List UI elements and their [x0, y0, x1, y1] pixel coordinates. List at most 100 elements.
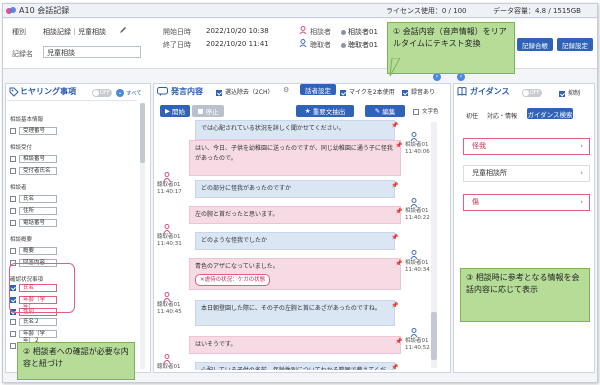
message-text: はいそうです。	[195, 341, 237, 348]
speaker-setting-button[interactable]: 話者設定	[300, 84, 336, 95]
hearing-category: 相談基本情報	[10, 117, 44, 123]
message-bubble[interactable]: どのような怪我でしたか	[195, 232, 395, 250]
pin-icon[interactable]: 📌	[391, 234, 398, 241]
show-all-link[interactable]: すべて	[126, 89, 142, 97]
message-text: 左の腕と首だったと思います。	[195, 211, 279, 218]
tab-response-info[interactable]: 対応・情報	[487, 111, 517, 120]
message-bubble[interactable]: はいそうです。	[189, 336, 401, 354]
hearing-item[interactable]: 受理番号	[10, 127, 57, 135]
hearing-item[interactable]: 概要	[10, 247, 57, 255]
conv-expand-icon[interactable]: ›	[433, 73, 441, 81]
stop-button[interactable]: ■ 停止	[192, 105, 224, 117]
guidance-item[interactable]: 傷 ›	[463, 194, 590, 211]
hearing-title: ヒヤリング事項	[20, 87, 76, 96]
speaker-avatar-icon	[163, 292, 171, 301]
guidance-item[interactable]: 児童相談所 ›	[463, 165, 590, 182]
message-bubble[interactable]: どの部分に怪我があったのですか	[195, 180, 395, 198]
message-bubble[interactable]: 心配している子供の名前、年齢性別についてわかる範囲で教えてください。	[195, 362, 395, 370]
gear-icon[interactable]: ⚙	[283, 86, 289, 94]
chevron-right-icon: ›	[580, 142, 583, 150]
pin-icon[interactable]: 📌	[395, 208, 402, 215]
hearing-scrollbar[interactable]	[140, 103, 145, 369]
hearing-item-checkbox[interactable]	[10, 248, 16, 254]
counselor-person-icon	[299, 26, 307, 34]
speaker-label: 聴取者0111:41:05	[157, 364, 181, 370]
pin-icon[interactable]: 📌	[395, 338, 402, 345]
hearing-item[interactable]: 年齢（学年）２	[10, 330, 57, 344]
edit-pencil-icon[interactable]	[119, 26, 127, 34]
pin-icon[interactable]: 📌	[391, 302, 398, 309]
guidance-item-label: 怪我	[472, 142, 486, 150]
data-capacity: データ容量：4.8 / 1515GB	[493, 6, 581, 15]
message-text: 青色のアザになっていました。	[195, 263, 279, 270]
edit-button[interactable]: ✎ 編集	[365, 105, 405, 117]
hearing-item-checkbox[interactable]	[10, 220, 16, 226]
guidance-item-label: 傷	[472, 198, 479, 206]
app-title: A10 会話記録	[19, 6, 70, 15]
hearing-item[interactable]: 氏名	[10, 195, 57, 203]
hearing-item[interactable]: 相談番号	[10, 155, 57, 163]
hearing-item-checkbox[interactable]	[10, 168, 16, 174]
hearing-item[interactable]: 氏名２	[10, 318, 57, 326]
pin-icon[interactable]: 📌	[395, 142, 402, 149]
counselor-label: 相談者	[310, 28, 331, 36]
message-text: どのような怪我でしたか	[201, 237, 268, 244]
hearing-item-label: 氏名２	[19, 318, 57, 326]
hearing-item[interactable]: 受付者氏名	[10, 167, 57, 175]
guidance-item[interactable]: 怪我 ›	[463, 138, 590, 155]
pin-icon[interactable]: 📌	[391, 182, 398, 189]
hearing-item-checkbox[interactable]	[10, 128, 16, 134]
message-text: 本日朝登園した際に、その子の左腕と首にあざがあったのですね。	[201, 305, 381, 312]
message-text: はい、今日、子供を幼稚園に送ったのですが、同じ幼稚園に通う子に怪我があったので。	[195, 145, 393, 162]
hearing-item-checkbox[interactable]	[10, 196, 16, 202]
hearing-item[interactable]: 住所	[10, 207, 57, 215]
listener-value: 聴取者01	[341, 40, 378, 50]
filter-option[interactable]: 抑制	[559, 88, 580, 97]
pin-icon[interactable]: 📌	[391, 364, 398, 370]
message-bubble[interactable]: 左の腕と首だったと思います。	[189, 206, 401, 224]
record-settings-button[interactable]: 記録設定	[557, 38, 593, 51]
pin-icon[interactable]: 📌	[395, 260, 402, 267]
hearing-item-label: 受理番号	[19, 127, 57, 135]
tab-initial[interactable]: 初任	[466, 111, 478, 120]
mic-option[interactable]: マイクを2本使用	[340, 87, 395, 96]
record-name-input[interactable]: 児童相談	[43, 46, 141, 58]
hearing-link-tag[interactable]: ✕虐待の状況：ケガの状態	[195, 274, 271, 286]
text-color-option[interactable]: 文字色	[413, 107, 439, 115]
hearing-item-checkbox[interactable]	[10, 343, 16, 349]
expand-all-icon[interactable]: ⌄	[116, 89, 124, 97]
guidance-search-button[interactable]: ガイダンス検索	[527, 108, 573, 119]
hearing-item-checkbox[interactable]	[10, 208, 16, 214]
hearing-item-checkbox[interactable]	[10, 331, 16, 337]
guidance-collapse-icon[interactable]: ‹	[457, 73, 465, 81]
name-label: 記録名	[12, 50, 33, 58]
conversation-scrollbar[interactable]	[431, 122, 437, 368]
type-value: 相談記録｜児童相談	[43, 28, 106, 36]
message-bubble[interactable]: はい、今日、子供を幼稚園に送ったのですが、同じ幼稚園に通う子に怪我があったので。	[189, 140, 401, 176]
hearing-item-checkbox[interactable]	[10, 156, 16, 162]
message-bubble[interactable]: 本日朝登園した際に、その子の左腕と首にあざがあったのですね。	[195, 300, 395, 326]
start-button[interactable]: ▶ 開始	[160, 105, 190, 117]
callout-3: ③ 相談時に参考となる情報を会話内容に応じて表示	[460, 268, 590, 322]
listener-person-icon	[299, 39, 307, 47]
speaker-avatar-icon	[410, 198, 418, 207]
pin-icon[interactable]: 📌	[391, 122, 398, 129]
message-bubble[interactable]: では心配されている状況を詳しく聞かせてください。	[195, 120, 395, 140]
recording-option[interactable]: 録音あり	[402, 87, 435, 96]
message-bubble[interactable]: 青色のアザになっていました。 ✕虐待の状況：ケガの状態	[189, 258, 401, 290]
extract-important-button[interactable]: ★ 重要文抽出	[296, 105, 354, 117]
callout-1-pointer	[389, 58, 401, 77]
license-usage: ライセンス使用：0 / 100	[386, 6, 467, 15]
hearing-item-label: 受付者氏名	[19, 167, 57, 175]
guidance-toggle[interactable]: OFF	[522, 89, 542, 97]
hearing-item-label: 住所	[19, 207, 57, 215]
hearing-item[interactable]: 電話番号	[10, 219, 57, 227]
linked-items-highlight	[9, 263, 75, 313]
end-label: 終了日時	[163, 41, 191, 49]
guidance-item-label: 児童相談所	[472, 169, 507, 177]
hearing-item-checkbox[interactable]	[10, 319, 16, 325]
select-option[interactable]: 選込除去（2CH）	[216, 87, 274, 96]
record-merge-button[interactable]: 記録合帳	[517, 38, 553, 51]
hearing-toggle[interactable]: OFF	[92, 89, 112, 97]
guidance-panel	[453, 83, 595, 373]
